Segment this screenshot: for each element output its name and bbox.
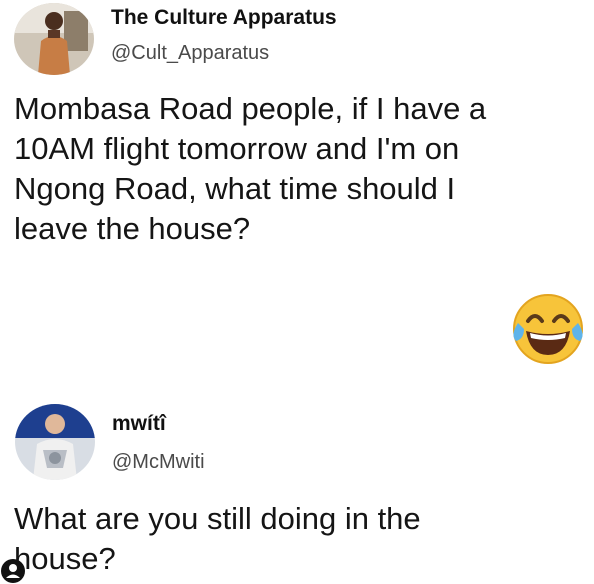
tweet-text-line: Mombasa Road people, if I have a <box>14 91 487 126</box>
reply-avatar[interactable] <box>15 404 95 480</box>
reply-text-line: house? <box>14 541 116 576</box>
reply-avatar-image <box>15 404 95 480</box>
tweet-text-line: leave the house? <box>14 211 251 246</box>
reply-display-name[interactable]: mwítî <box>112 412 166 436</box>
tweet-text-line: Ngong Road, what time should I <box>14 171 456 206</box>
author-avatar-image <box>14 3 94 75</box>
reply-text-line: What are you still doing in the <box>14 501 421 536</box>
tweet-text: Mombasa Road people, if I have a 10AM fl… <box>14 89 486 249</box>
reply-handle[interactable]: @McMwiti <box>112 451 205 474</box>
author-handle[interactable]: @Cult_Apparatus <box>111 42 269 65</box>
user-profile-icon <box>1 559 25 583</box>
face-with-tears-of-joy-icon <box>513 294 583 364</box>
author-display-name[interactable]: The Culture Apparatus <box>111 6 337 30</box>
reply-text: What are you still doing in the house? <box>14 499 421 579</box>
tweet-text-line: 10AM flight tomorrow and I'm on <box>14 131 460 166</box>
author-avatar[interactable] <box>14 3 94 75</box>
